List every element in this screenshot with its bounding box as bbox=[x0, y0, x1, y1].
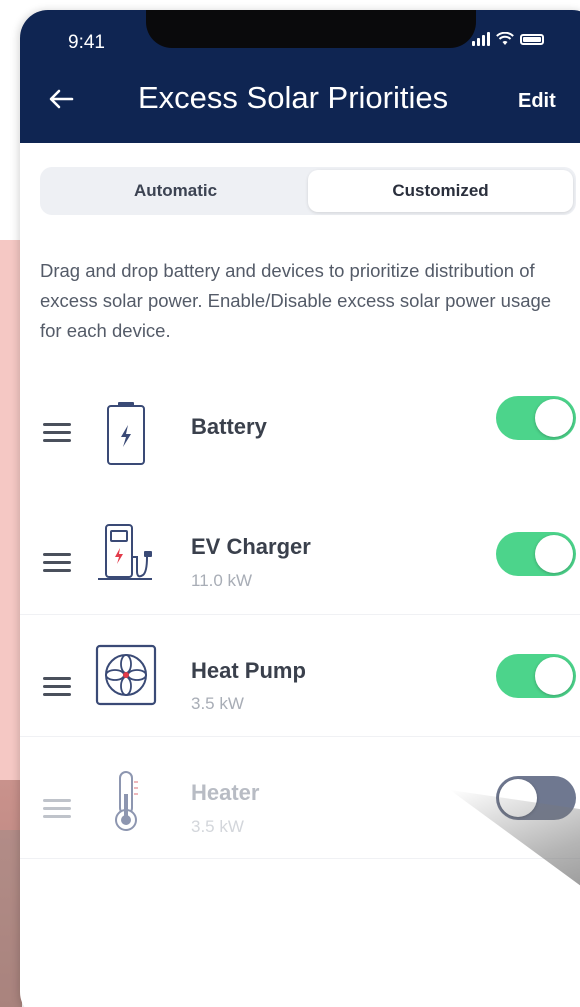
device-row-heater[interactable]: Heater 3.5 kW bbox=[20, 738, 580, 859]
toggle-knob bbox=[535, 535, 573, 573]
thermometer-icon bbox=[115, 771, 138, 831]
battery-icon bbox=[107, 402, 145, 465]
wifi-icon bbox=[496, 32, 514, 45]
device-power: 3.5 kW bbox=[191, 694, 244, 713]
ev-charger-toggle[interactable] bbox=[496, 532, 576, 576]
status-time: 9:41 bbox=[68, 32, 105, 53]
drag-handle-icon[interactable] bbox=[43, 799, 71, 819]
toggle-knob bbox=[535, 399, 573, 437]
back-arrow-icon[interactable] bbox=[46, 84, 76, 114]
device-name: Heat Pump bbox=[191, 658, 306, 683]
heat-pump-toggle[interactable] bbox=[496, 654, 576, 698]
device-name: Battery bbox=[191, 414, 267, 439]
page-title: Excess Solar Priorities bbox=[138, 80, 449, 115]
background-pink-panel bbox=[0, 240, 22, 800]
toggle-knob bbox=[499, 779, 537, 817]
device-name: EV Charger bbox=[191, 534, 311, 559]
device-row-battery[interactable]: Battery bbox=[20, 368, 580, 488]
segment-customized[interactable]: Customized bbox=[308, 170, 573, 212]
drag-handle-icon[interactable] bbox=[43, 423, 71, 443]
cellular-signal-icon bbox=[472, 32, 490, 46]
edit-button[interactable]: Edit bbox=[518, 90, 556, 113]
device-power: 3.5 kW bbox=[191, 817, 244, 836]
toggle-knob bbox=[535, 657, 573, 695]
heat-pump-icon bbox=[95, 644, 157, 706]
device-row-ev-charger[interactable]: EV Charger 11.0 kW bbox=[20, 494, 580, 615]
battery-toggle[interactable] bbox=[496, 396, 576, 440]
instructions-text: Drag and drop battery and devices to pri… bbox=[40, 260, 552, 341]
device-power: 11.0 kW bbox=[191, 571, 253, 590]
mode-segmented-control: Automatic Customized bbox=[40, 167, 576, 215]
device-row-heat-pump[interactable]: Heat Pump 3.5 kW bbox=[20, 616, 580, 737]
device-name: Heater bbox=[191, 780, 260, 805]
drag-handle-icon[interactable] bbox=[43, 553, 71, 573]
battery-status-icon bbox=[520, 33, 544, 45]
status-icons bbox=[472, 32, 544, 46]
phone-screen: 9:41 Excess Solar Priorities Edit Automa… bbox=[20, 10, 580, 1007]
drag-handle-icon[interactable] bbox=[43, 677, 71, 697]
nav-header: 9:41 Excess Solar Priorities Edit bbox=[20, 10, 580, 143]
heater-toggle[interactable] bbox=[496, 776, 576, 820]
background-shadow bbox=[0, 830, 22, 1007]
phone-notch bbox=[146, 10, 476, 48]
segment-automatic[interactable]: Automatic bbox=[43, 170, 308, 212]
ev-charger-icon bbox=[98, 524, 152, 580]
